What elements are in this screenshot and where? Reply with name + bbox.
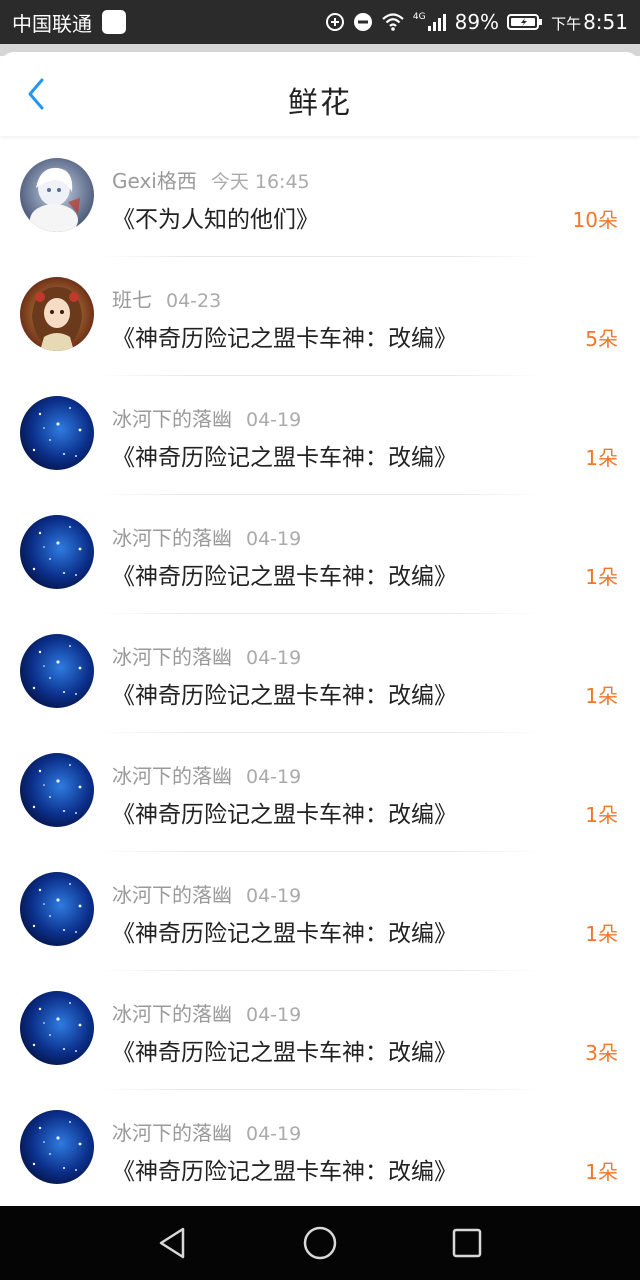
flower-count: 1朵 [585,922,618,946]
flower-count: 1朵 [585,684,618,708]
timestamp: 今天 16:45 [210,171,310,193]
item-meta: Gexi格西 今天 16:45 [112,165,310,194]
username[interactable]: 冰河下的落幽 [112,883,232,907]
flower-count: 1朵 [585,565,618,589]
signal-icon: 4G [413,12,447,32]
flower-count: 3朵 [585,1041,618,1065]
carrier-name: 中国联通 [12,11,92,36]
item-meta: 冰河下的落幽 04-19 [112,641,301,670]
flower-count: 1朵 [585,1160,618,1184]
list-item[interactable]: 冰河下的落幽 04-19 《神奇历险记之盟卡车神：改编》 1朵 [0,614,640,733]
page-title: 鲜花 [288,86,352,121]
list-item[interactable]: 班七 04-23 《神奇历险记之盟卡车神：改编》 5朵 [0,257,640,376]
system-nav-bar [0,1206,640,1280]
list-item[interactable]: 冰河下的落幽 04-19 《神奇历险记之盟卡车神：改编》 1朵 [0,733,640,852]
book-title[interactable]: 《神奇历险记之盟卡车神：改编》 [112,676,457,710]
timestamp: 04-19 [246,1004,302,1026]
item-meta: 冰河下的落幽 04-19 [112,879,301,908]
circle-home-icon [303,1226,337,1260]
username[interactable]: 冰河下的落幽 [112,645,232,669]
app-header: 鲜花 [0,52,640,136]
wifi-icon [381,12,405,32]
square-recents-icon [452,1228,481,1258]
timestamp: 04-23 [166,290,222,312]
avatar[interactable] [20,634,94,708]
battery-percent: 89% [454,10,500,34]
item-meta: 冰河下的落幽 04-19 [112,760,301,789]
timestamp: 04-19 [246,647,302,669]
avatar[interactable] [20,991,94,1065]
book-title[interactable]: 《神奇历险记之盟卡车神：改编》 [112,914,457,948]
avatar[interactable] [20,277,94,351]
clock-period: 下午 [551,15,582,33]
flower-count: 1朵 [585,803,618,827]
list-item[interactable]: 冰河下的落幽 04-19 《神奇历险记之盟卡车神：改编》 1朵 [0,376,640,495]
book-title[interactable]: 《神奇历险记之盟卡车神：改编》 [112,1033,457,1067]
flower-count: 5朵 [585,327,618,351]
list-item[interactable]: 冰河下的落幽 04-19 《神奇历险记之盟卡车神：改编》 1朵 [0,1090,640,1209]
item-meta: 冰河下的落幽 04-19 [112,522,301,551]
username[interactable]: 冰河下的落幽 [112,764,232,788]
flower-count: 10朵 [572,208,618,232]
book-title[interactable]: 《神奇历险记之盟卡车神：改编》 [112,319,457,353]
avatar[interactable] [20,872,94,946]
book-title[interactable]: 《不为人知的他们》 [112,200,319,234]
username[interactable]: 冰河下的落幽 [112,407,232,431]
item-meta: 冰河下的落幽 04-19 [112,403,301,432]
avatar[interactable] [20,158,94,232]
item-meta: 班七 04-23 [112,284,221,313]
nav-recents-button[interactable] [445,1221,489,1265]
timestamp: 04-19 [246,766,302,788]
sync-icon [325,12,345,32]
list-item[interactable]: 冰河下的落幽 04-19 《神奇历险记之盟卡车神：改编》 3朵 [0,971,640,1090]
book-title[interactable]: 《神奇历险记之盟卡车神：改编》 [112,557,457,591]
item-meta: 冰河下的落幽 04-19 [112,998,301,1027]
avatar[interactable] [20,515,94,589]
triangle-back-icon [160,1227,185,1259]
avatar[interactable] [20,1110,94,1184]
nav-back-button[interactable] [151,1221,195,1265]
list-item[interactable]: 冰河下的落幽 04-19 《神奇历险记之盟卡车神：改编》 1朵 [0,852,640,971]
nav-home-button[interactable] [298,1221,342,1265]
username[interactable]: 班七 [112,288,152,312]
flower-count: 1朵 [585,446,618,470]
timestamp: 04-19 [246,409,302,431]
item-meta: 冰河下的落幽 04-19 [112,1117,301,1146]
timestamp: 04-19 [246,885,302,907]
avatar[interactable] [20,396,94,470]
list-item[interactable]: 冰河下的落幽 04-19 《神奇历险记之盟卡车神：改编》 1朵 [0,495,640,614]
do-not-disturb-icon [353,12,373,32]
book-title[interactable]: 《神奇历险记之盟卡车神：改编》 [112,795,457,829]
clock-time: 8:51 [583,10,628,34]
list-item[interactable]: Gexi格西 今天 16:45 《不为人知的他们》 10朵 [0,138,640,257]
timestamp: 04-19 [246,528,302,550]
username[interactable]: 冰河下的落幽 [112,1121,232,1145]
flower-gift-list: Gexi格西 今天 16:45 《不为人知的他们》 10朵班七 04-23 《神奇历险记之… [0,138,640,1209]
timestamp: 04-19 [246,1123,302,1145]
book-title[interactable]: 《神奇历险记之盟卡车神：改编》 [112,1152,457,1186]
avatar[interactable] [20,753,94,827]
username[interactable]: Gexi格西 [112,169,197,193]
username[interactable]: 冰河下的落幽 [112,1002,232,1026]
network-type: 4G [412,12,426,22]
clock: 下午 8:51 [551,10,628,34]
book-title[interactable]: 《神奇历险记之盟卡车神：改编》 [112,438,457,472]
notification-badge-icon [102,10,126,34]
username[interactable]: 冰河下的落幽 [112,526,232,550]
battery-icon [507,12,543,32]
status-bar: 中国联通 4G 89% 下午 8:51 [0,0,640,44]
